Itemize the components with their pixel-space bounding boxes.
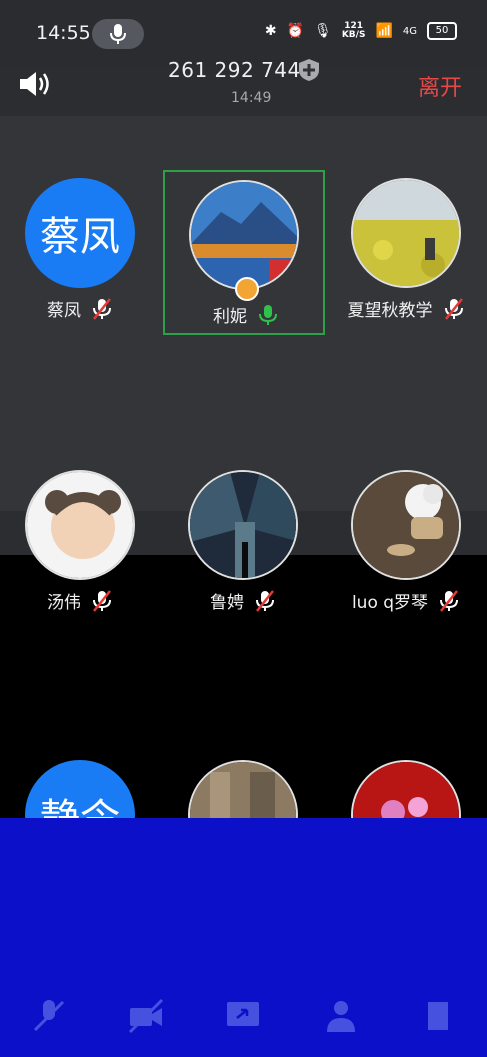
- host-badge-icon: [235, 277, 259, 301]
- participant-tile[interactable]: 蔡凤 蔡凤: [5, 168, 155, 328]
- participant-tile[interactable]: 鲁娉: [168, 460, 318, 620]
- battery-indicator: 50: [427, 22, 457, 40]
- participant-tile[interactable]: 汤伟: [5, 460, 155, 620]
- meeting-header: 261 292 744 14:49 离开: [0, 50, 487, 116]
- participant-name: 鲁娉: [210, 593, 244, 613]
- status-time: 14:55: [36, 22, 91, 44]
- participant-name: 利妮: [213, 307, 247, 327]
- avatar-image: [191, 182, 297, 288]
- avatar: 蔡凤: [25, 178, 135, 288]
- alarm-icon: ⏰: [286, 23, 305, 39]
- participant-name: 蔡凤: [47, 301, 81, 321]
- shield-icon[interactable]: [298, 58, 320, 82]
- participant-tile[interactable]: luo q罗琴: [331, 460, 481, 620]
- leave-button[interactable]: 离开: [418, 70, 462, 102]
- avatar-image: [353, 472, 459, 578]
- avatar-image: [27, 472, 133, 578]
- microphone-icon: [110, 24, 126, 44]
- system-icons: ✱ ⏰ 🎙 121 KB/S 📶 4G 50: [265, 22, 457, 40]
- video-off-icon[interactable]: [126, 996, 166, 1036]
- mic-status-icon: 🎙: [314, 23, 332, 39]
- avatar-image: [353, 180, 459, 286]
- bluetooth-icon: ✱: [264, 23, 277, 39]
- wifi-icon: 📶: [375, 23, 393, 39]
- cellular-label: 4G: [402, 25, 417, 37]
- share-screen-icon[interactable]: [223, 996, 263, 1036]
- participant-tile-active[interactable]: 利妮: [163, 170, 325, 335]
- meeting-id[interactable]: 261 292 744: [168, 58, 301, 82]
- mic-muted-icon: [440, 589, 459, 612]
- mute-icon[interactable]: [29, 996, 69, 1036]
- mic-muted-icon: [256, 589, 274, 612]
- avatar: [188, 470, 298, 580]
- avatar: [189, 180, 299, 290]
- mic-muted-icon: [444, 297, 463, 320]
- mic-muted-icon: [93, 589, 111, 612]
- participant-name: luo q罗琴: [351, 593, 429, 613]
- network-speed: 121 KB/S: [341, 21, 366, 40]
- participants-icon[interactable]: [321, 996, 361, 1036]
- avatar: [351, 178, 461, 288]
- more-icon[interactable]: [418, 996, 458, 1036]
- avatar: [25, 470, 135, 580]
- participant-tile[interactable]: 夏望秋教学: [331, 168, 481, 328]
- avatar: [351, 470, 461, 580]
- participant-name: 夏望秋教学: [347, 301, 433, 321]
- meeting-elapsed-time: 14:49: [231, 90, 272, 106]
- participant-name: 汤伟: [47, 593, 81, 613]
- speaker-icon[interactable]: [18, 70, 52, 98]
- mic-in-use-pill[interactable]: [92, 19, 144, 49]
- mic-active-icon: [259, 304, 277, 325]
- bottom-toolbar: [0, 975, 487, 1057]
- mic-muted-icon: [93, 297, 111, 320]
- avatar-image: [190, 472, 296, 578]
